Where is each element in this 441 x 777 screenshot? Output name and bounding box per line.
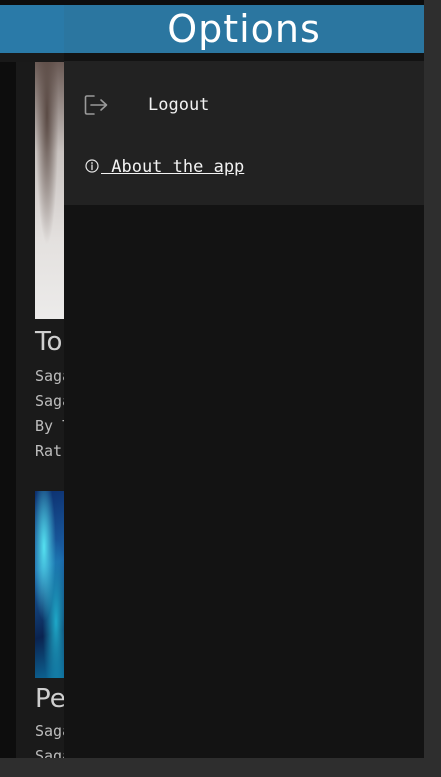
info-icon [85,159,99,173]
drawer-title: Options [167,7,321,51]
app-window: To Saga Saga By T Rat Pe Saga Saga Optio… [0,0,441,777]
background-book-list: To Saga Saga By T Rat Pe Saga Saga [16,62,71,758]
logout-menu-item[interactable]: Logout [64,61,424,139]
logout-icon [84,95,108,115]
options-drawer: Options Logout About the app [64,5,424,758]
logout-label: Logout [148,95,210,115]
book-title[interactable]: Pe [35,684,66,714]
drawer-header: Options [64,5,424,53]
book-cover-image[interactable] [35,491,65,678]
book-title[interactable]: To [35,327,62,357]
about-menu-item[interactable]: About the app [64,141,424,191]
about-label: About the app [101,157,245,177]
drawer-menu: Logout About the app [64,61,424,205]
book-meta-line: Rat [35,442,63,460]
book-cover-image[interactable] [35,62,65,319]
